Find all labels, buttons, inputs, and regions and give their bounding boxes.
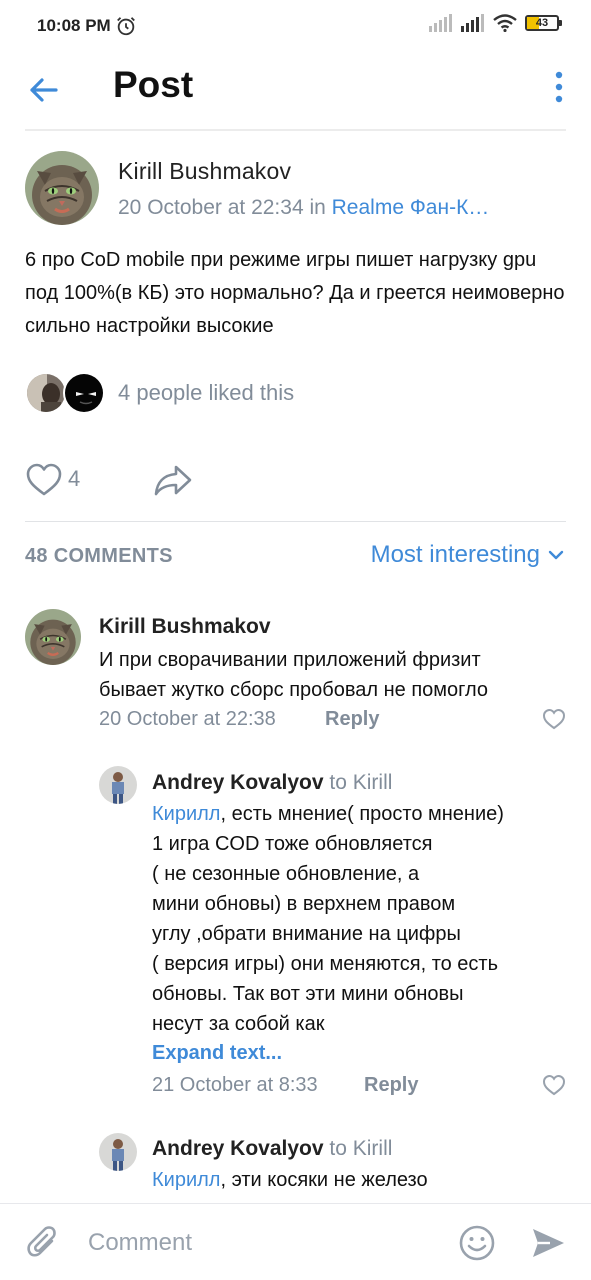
comment-date: 21 October at 8:33 — [152, 1074, 318, 1096]
avatar[interactable] — [25, 609, 81, 665]
heart-icon[interactable] — [542, 1074, 566, 1096]
comment-author[interactable]: Andrey Kovalyov to Kirill — [152, 1137, 392, 1161]
post-date: 20 October at 22:34 in — [118, 196, 332, 219]
page-title: Post — [113, 64, 194, 105]
comment-date: 20 October at 22:38 — [99, 708, 276, 730]
share-icon[interactable] — [152, 462, 194, 498]
comments-count: 48 COMMENTS — [25, 545, 173, 567]
reply-to-label[interactable]: to Kirill — [329, 1137, 392, 1160]
avatar[interactable] — [99, 766, 137, 804]
battery-icon: 43 — [525, 15, 562, 31]
reply-button[interactable]: Reply — [364, 1074, 418, 1097]
reply-to-label[interactable]: to Kirill — [329, 771, 392, 794]
comment-text: Кирилл, есть мнение( просто мнение) 1 иг… — [152, 803, 504, 1035]
mention-link[interactable]: Кирилл — [152, 803, 220, 825]
comment-composer — [0, 1203, 591, 1280]
reply-button[interactable]: Reply — [325, 708, 379, 731]
heart-icon[interactable] — [25, 462, 63, 498]
avatar — [63, 372, 105, 414]
sort-label: Most interesting — [370, 541, 540, 568]
post-group-link[interactable]: Realme Фан-К… — [332, 196, 490, 219]
paperclip-icon[interactable] — [26, 1224, 62, 1262]
post-divider — [25, 521, 566, 522]
comment-author[interactable]: Andrey Kovalyov to Kirill — [152, 771, 392, 795]
alarm-icon — [117, 17, 135, 36]
avatar[interactable] — [25, 151, 99, 225]
post-text: 6 про CoD mobile при режиме игры пишет н… — [25, 249, 565, 337]
like-count: 4 — [68, 466, 81, 491]
comment-text: И при сворачивании приложений фризит быв… — [99, 649, 489, 701]
status-bar: 10:08 PM 43 — [0, 0, 591, 56]
liked-by-text[interactable]: 4 people liked this — [118, 380, 294, 406]
avatar[interactable] — [99, 1133, 137, 1171]
signal-icon — [429, 14, 452, 32]
comment-text: Кирилл, эти косяки не железо — [152, 1169, 428, 1191]
status-time: 10:08 PM — [37, 16, 111, 35]
chevron-down-icon — [548, 550, 564, 560]
post-author[interactable]: Kirill Bushmakov — [118, 158, 291, 185]
sort-dropdown[interactable]: Most interesting — [371, 541, 564, 569]
signal-icon — [461, 14, 484, 32]
mention-link[interactable]: Кирилл — [152, 1169, 220, 1191]
send-icon[interactable] — [530, 1226, 566, 1260]
comment-author[interactable]: Kirill Bushmakov — [99, 615, 271, 639]
expand-text-link[interactable]: Expand text... — [152, 1042, 282, 1065]
avatar — [25, 372, 67, 414]
post-meta: 20 October at 22:34 in Realme Фан-К… — [118, 196, 558, 220]
smile-icon[interactable] — [458, 1224, 496, 1262]
wifi-icon — [493, 14, 517, 32]
header-divider — [25, 129, 566, 131]
heart-icon[interactable] — [542, 708, 566, 730]
more-vertical-icon[interactable] — [551, 70, 567, 104]
header: Post — [0, 56, 591, 130]
arrow-left-icon[interactable] — [24, 70, 64, 110]
likers-avatars[interactable] — [25, 372, 109, 416]
comment-input[interactable] — [88, 1226, 428, 1260]
